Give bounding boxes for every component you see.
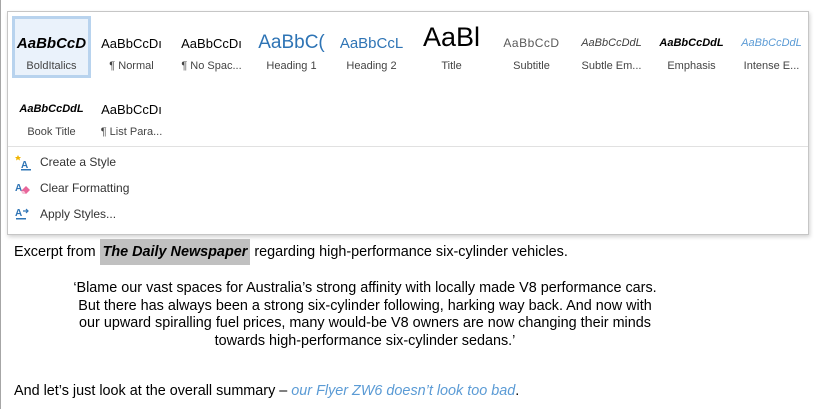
gallery-divider: [8, 146, 808, 147]
style-name: Book Title: [27, 126, 76, 138]
style-name: BoldItalics: [26, 60, 77, 72]
apply-styles-menu-item[interactable]: A Apply Styles...: [14, 202, 314, 226]
summary-link-text: our Flyer ZW6 doesn’t look too bad: [291, 383, 516, 399]
style-preview: AaBbC(: [258, 32, 325, 53]
styles-grid: AaBbCcD BoldItalics AaBbCcDı ¶ Normal Aa…: [12, 16, 804, 146]
style-tile-bolditalics[interactable]: AaBbCcD BoldItalics: [12, 16, 91, 78]
apply-styles-label: Apply Styles...: [40, 207, 117, 221]
summary-text-before: And let’s just look at the overall summa…: [14, 383, 292, 399]
style-name: ¶ List Para...: [100, 126, 163, 138]
create-style-menu-item[interactable]: A Create a Style: [14, 150, 314, 174]
intro-text-after: regarding high-performance six-cylinder …: [250, 244, 568, 260]
style-name: ¶ Normal: [109, 60, 154, 72]
style-name: Heading 2: [346, 60, 397, 72]
styles-gallery-panel: AaBbCcD BoldItalics AaBbCcDı ¶ Normal Aa…: [7, 11, 809, 235]
style-name: ¶ No Spac...: [181, 60, 242, 72]
document-left-edge: [0, 0, 1, 409]
apply-styles-icon: A: [14, 205, 32, 223]
style-tile-subtle-emphasis[interactable]: AaBbCcDdL Subtle Em...: [572, 16, 651, 78]
newspaper-name-highlight: The Daily Newspaper: [99, 239, 251, 265]
style-name: Heading 1: [266, 60, 317, 72]
style-name: Subtle Em...: [581, 60, 642, 72]
clear-formatting-menu-item[interactable]: A Clear Formatting: [14, 176, 314, 200]
style-tile-title[interactable]: AaBl Title: [412, 16, 491, 78]
create-style-icon: A: [14, 153, 32, 171]
style-name: Subtitle: [513, 60, 550, 72]
style-preview: AaBbCcL: [339, 34, 404, 52]
style-preview: AaBl: [422, 22, 481, 52]
intro-paragraph: Excerpt from The Daily Newspaper regardi…: [14, 239, 807, 265]
style-preview: AaBbCcD: [16, 34, 87, 52]
style-name: Intense E...: [743, 60, 800, 72]
svg-text:A: A: [15, 183, 22, 194]
style-tile-heading-2[interactable]: AaBbCcL Heading 2: [332, 16, 411, 78]
summary-paragraph: And let’s just look at the overall summa…: [14, 383, 807, 399]
svg-text:A: A: [15, 208, 22, 219]
style-preview: AaBbCcDdL: [581, 37, 642, 49]
summary-text-after: .: [515, 383, 520, 399]
style-tile-book-title[interactable]: AaBbCcDdL Book Title: [12, 82, 91, 144]
create-style-label: Create a Style: [40, 155, 117, 169]
style-preview: AaBbCcDı: [101, 101, 162, 117]
intro-text-before: Excerpt from: [14, 244, 100, 260]
style-tile-heading-1[interactable]: AaBbC( Heading 1: [252, 16, 331, 78]
style-tile-normal[interactable]: AaBbCcDı ¶ Normal: [92, 16, 171, 78]
style-preview: AaBbCcD: [503, 36, 560, 50]
style-name: Emphasis: [667, 60, 716, 72]
style-tile-emphasis[interactable]: AaBbCcDdL Emphasis: [652, 16, 731, 78]
style-name: Title: [441, 60, 462, 72]
quote-paragraph: ‘Blame our vast spaces for Australia’s s…: [73, 280, 657, 349]
style-tile-subtitle[interactable]: AaBbCcD Subtitle: [492, 16, 571, 78]
style-tile-list-paragraph[interactable]: AaBbCcDı ¶ List Para...: [92, 82, 171, 144]
eraser-icon: A: [14, 179, 32, 197]
style-preview: AaBbCcDdL: [659, 37, 724, 49]
style-tile-no-spacing[interactable]: AaBbCcDı ¶ No Spac...: [172, 16, 251, 78]
style-preview: AaBbCcDdL: [19, 103, 84, 115]
style-preview: AaBbCcDı: [181, 35, 242, 51]
style-tile-intense-emphasis[interactable]: AaBbCcDdL Intense E...: [732, 16, 811, 78]
style-preview: AaBbCcDdL: [741, 37, 802, 49]
clear-formatting-label: Clear Formatting: [40, 181, 130, 195]
style-preview: AaBbCcDı: [101, 35, 162, 51]
